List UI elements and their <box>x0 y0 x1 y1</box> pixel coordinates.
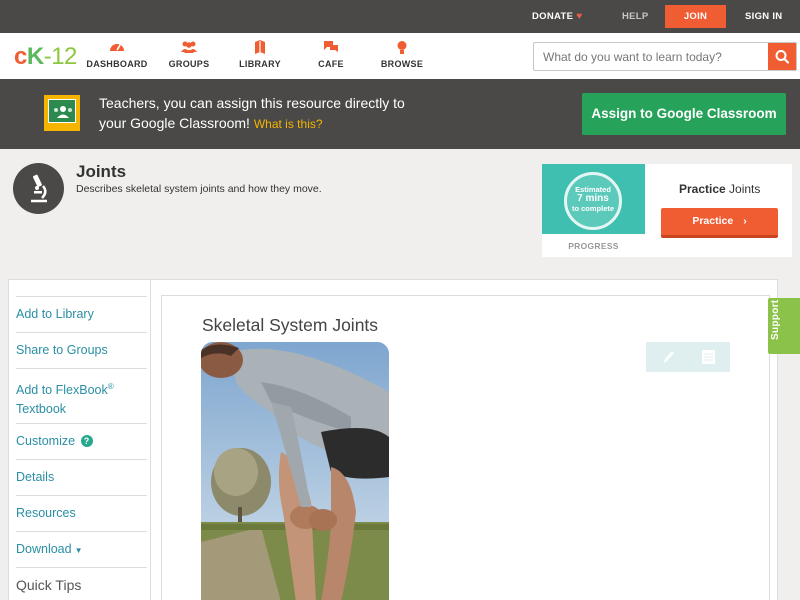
banner-line2: your Google Classroom! <box>99 115 250 131</box>
banner-text: Teachers, you can assign this resource d… <box>99 93 405 134</box>
library-icon <box>225 40 295 56</box>
article-title: Skeletal System Joints <box>202 315 379 335</box>
nav-cafe[interactable]: CAFE <box>296 40 366 69</box>
search-input[interactable] <box>534 43 768 70</box>
support-tab[interactable]: Support <box>768 298 800 354</box>
download-label: Download <box>16 542 72 556</box>
estimated-mins: 7 mins <box>577 193 609 204</box>
article-tools <box>646 342 730 372</box>
practice-card: Estimated 7 mins to complete PROGRESS Pr… <box>542 164 792 257</box>
search-icon <box>775 50 790 64</box>
donate-label: DONATE <box>532 11 574 22</box>
to-complete-label: to complete <box>571 204 615 213</box>
registered-mark: ® <box>107 382 114 391</box>
sidebar-customize[interactable]: Customize ? <box>16 423 147 459</box>
cafe-icon <box>296 40 366 56</box>
nav-library[interactable]: LIBRARY <box>225 40 295 69</box>
nav-dashboard-label: DASHBOARD <box>86 59 148 69</box>
support-label: Support <box>770 299 781 340</box>
banner-line1: Teachers, you can assign this resource d… <box>99 95 405 111</box>
google-classroom-banner: Teachers, you can assign this resource d… <box>0 79 800 149</box>
nav-groups-label: GROUPS <box>168 59 210 69</box>
sign-in-link[interactable]: SIGN IN <box>745 0 782 33</box>
notes-icon <box>702 350 715 364</box>
progress-graphic: Estimated 7 mins to complete <box>542 164 645 234</box>
sidebar-divider <box>150 279 151 600</box>
concept-title: Joints <box>76 162 127 181</box>
search-button[interactable] <box>768 43 796 70</box>
sidebar-download[interactable]: Download ▼ <box>16 531 147 567</box>
caret-down-icon: ▼ <box>74 546 83 555</box>
practice-button-label: Practice <box>692 215 734 227</box>
join-button[interactable]: JOIN <box>665 5 726 28</box>
ck12-logo[interactable]: cK-12 <box>14 43 77 71</box>
dashboard-icon <box>82 40 152 56</box>
help-link[interactable]: HELP <box>622 0 649 33</box>
textbook-label: Textbook <box>16 402 67 417</box>
browse-icon <box>367 40 437 56</box>
sidebar-details[interactable]: Details <box>16 459 147 495</box>
annotate-button[interactable] <box>646 342 688 372</box>
logo-k: K <box>26 43 44 70</box>
sidebar: Add to Library Share to Groups Add to Fl… <box>8 279 150 600</box>
chevron-right-icon: › <box>743 215 747 227</box>
nav-groups[interactable]: GROUPS <box>154 40 224 69</box>
nav-library-label: LIBRARY <box>239 59 281 69</box>
logo-n: -12 <box>43 43 78 70</box>
donate-link[interactable]: DONATE ♥ <box>532 0 582 33</box>
help-question-icon[interactable]: ? <box>80 435 93 447</box>
nav-browse-label: BROWSE <box>380 59 424 69</box>
microscope-icon <box>13 163 64 214</box>
sidebar-add-to-library[interactable]: Add to Library <box>16 296 147 332</box>
customize-label: Customize <box>16 434 76 448</box>
sidebar-share-to-groups[interactable]: Share to Groups <box>16 332 147 368</box>
google-classroom-icon <box>44 95 80 131</box>
practice-title-rest: Joints <box>725 182 761 196</box>
pencil-icon <box>664 351 674 363</box>
sidebar-resources[interactable]: Resources <box>16 495 147 531</box>
heart-icon: ♥ <box>576 11 583 22</box>
search-box <box>533 42 797 71</box>
practice-button[interactable]: Practice › <box>661 208 778 238</box>
add-flexbook-label: Add to FlexBook <box>16 383 108 398</box>
nav-cafe-label: CAFE <box>318 59 344 69</box>
notes-button[interactable] <box>688 342 730 372</box>
knee-pain-photo <box>201 342 389 600</box>
top-bar: DONATE ♥ HELP JOIN SIGN IN <box>0 0 800 33</box>
sidebar-add-to-flexbook[interactable]: Add to FlexBook® Textbook <box>16 368 147 423</box>
practice-title-bold: Practice <box>679 182 726 196</box>
sidebar-quick-tips[interactable]: Quick Tips <box>16 567 147 600</box>
nav-bar: cK-12 DASHBOARD GROUPS LIBRARY CAFE BROW… <box>0 33 800 79</box>
nav-browse[interactable]: BROWSE <box>367 40 437 69</box>
what-is-this-link[interactable]: What is this? <box>254 117 323 131</box>
assign-google-classroom-button[interactable]: Assign to Google Classroom <box>582 93 786 135</box>
practice-title: Practice Joints <box>679 182 760 196</box>
progress-label: PROGRESS <box>568 241 619 251</box>
nav-dashboard[interactable]: DASHBOARD <box>82 40 152 69</box>
estimated-time-badge: Estimated 7 mins to complete <box>564 172 622 230</box>
groups-icon <box>154 40 224 56</box>
concept-description: Describes skeletal system joints and how… <box>76 183 322 195</box>
logo-c: c <box>14 43 27 70</box>
